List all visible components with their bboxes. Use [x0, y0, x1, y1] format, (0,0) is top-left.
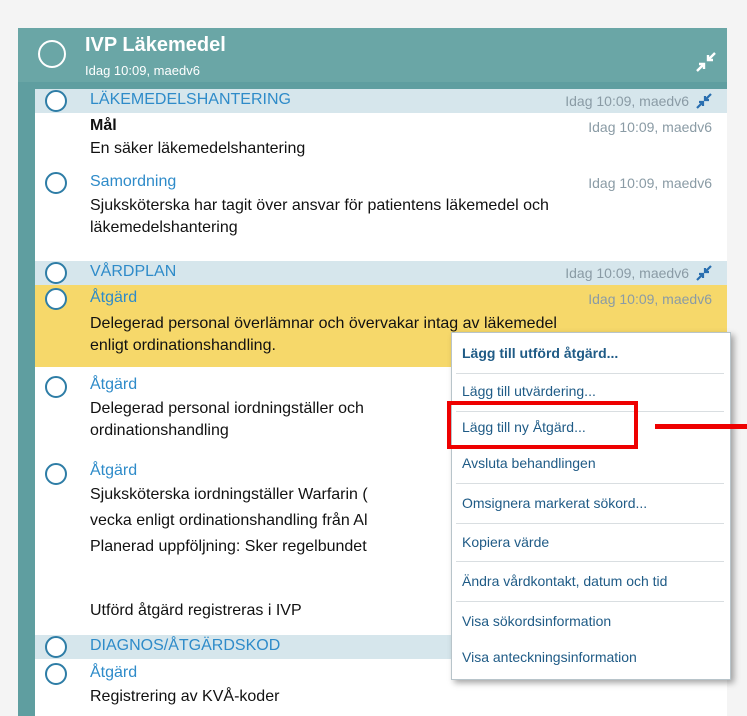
entry-text: En säker läkemedelshantering: [90, 140, 306, 157]
panel-subtitle: Idag 10:09, maedv6: [85, 63, 200, 78]
circle-icon[interactable]: [38, 40, 66, 68]
menu-item-change-care-contact[interactable]: Ändra vårdkontakt, datum och tid: [462, 573, 667, 589]
annotation-arrow: [655, 424, 747, 429]
pin-icon[interactable]: [696, 93, 712, 109]
entry-title: Åtgärd: [90, 376, 138, 393]
section-title: LÄKEMEDELSHANTERING: [90, 91, 291, 108]
entry-title: Samordning: [90, 173, 177, 190]
menu-separator: [456, 483, 724, 484]
menu-item-show-keyword-info[interactable]: Visa sökordsinformation: [462, 613, 611, 629]
entry-text: Registrering av KVÅ-koder: [90, 688, 280, 705]
menu-item-show-note-info[interactable]: Visa anteckningsinformation: [462, 649, 637, 665]
annotation-highlight-box: [447, 401, 638, 449]
section-row-vardplan[interactable]: VÅRDPLAN Idag 10:09, maedv6: [35, 261, 727, 285]
menu-separator: [456, 373, 724, 374]
menu-separator: [456, 601, 724, 602]
entry-row-mal[interactable]: Mål Idag 10:09, maedv6 En säker läkemede…: [35, 113, 727, 168]
entry-title: Åtgärd: [90, 664, 138, 681]
circle-icon[interactable]: [45, 663, 67, 685]
timestamp: Idag 10:09, maedv6: [565, 265, 689, 281]
entry-text-line: Sjuksköterska har tagit över ansvar för …: [90, 197, 549, 214]
circle-icon[interactable]: [45, 172, 67, 194]
collapse-arrows-icon[interactable]: [696, 52, 716, 72]
pin-icon[interactable]: [696, 265, 712, 281]
section-title: VÅRDPLAN: [90, 263, 177, 280]
circle-icon[interactable]: [45, 636, 67, 658]
entry-title: Mål: [90, 117, 117, 134]
section-title: DIAGNOS/ÅTGÄRDSKOD: [90, 637, 281, 654]
timestamp: Idag 10:09, maedv6: [588, 119, 712, 135]
circle-icon[interactable]: [45, 463, 67, 485]
entry-text-line: läkemedelshantering: [90, 219, 238, 236]
context-menu: Lägg till utförd åtgärd... Lägg till utv…: [451, 332, 731, 680]
entry-title: Åtgärd: [90, 462, 138, 479]
section-row-lakemedelshantering[interactable]: LÄKEMEDELSHANTERING Idag 10:09, maedv6: [35, 89, 727, 113]
menu-item-add-evaluation[interactable]: Lägg till utvärdering...: [462, 383, 596, 399]
menu-item-resign-keyword[interactable]: Omsignera markerat sökord...: [462, 495, 647, 511]
entry-row-samordning[interactable]: Samordning Idag 10:09, maedv6 Sjuksköter…: [35, 168, 727, 245]
menu-item-add-performed-action[interactable]: Lägg till utförd åtgärd...: [462, 345, 618, 361]
panel-header[interactable]: IVP Läkemedel Idag 10:09, maedv6: [18, 28, 727, 82]
menu-item-copy-value[interactable]: Kopiera värde: [462, 534, 549, 550]
timestamp: Idag 10:09, maedv6: [588, 291, 712, 307]
entry-title: Åtgärd: [90, 289, 138, 306]
timestamp: Idag 10:09, maedv6: [565, 93, 689, 109]
circle-icon[interactable]: [45, 90, 67, 112]
circle-icon[interactable]: [45, 262, 67, 284]
circle-icon[interactable]: [45, 376, 67, 398]
circle-icon[interactable]: [45, 288, 67, 310]
menu-separator: [456, 561, 724, 562]
panel-title: IVP Läkemedel: [85, 34, 226, 56]
menu-separator: [456, 523, 724, 524]
timestamp: Idag 10:09, maedv6: [588, 175, 712, 191]
menu-item-end-treatment[interactable]: Avsluta behandlingen: [462, 455, 596, 471]
